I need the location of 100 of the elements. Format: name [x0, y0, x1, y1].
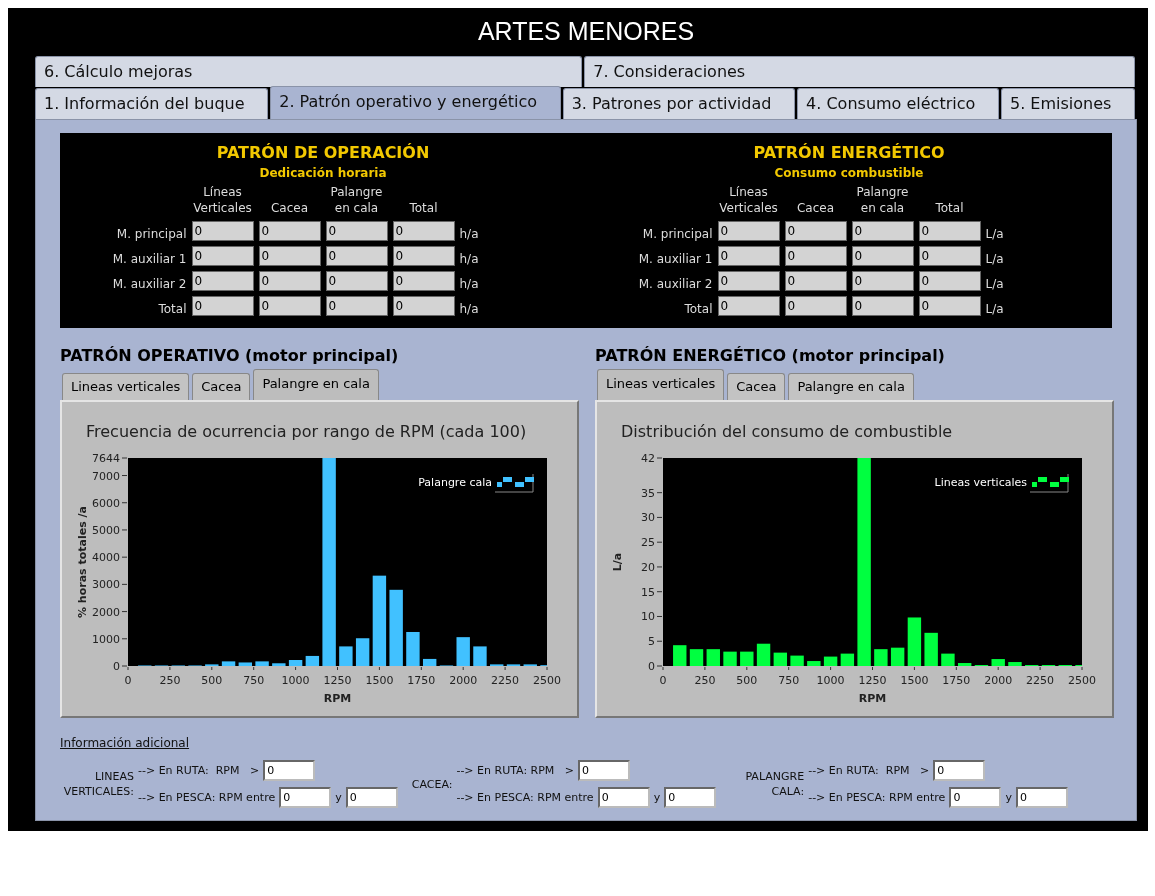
group-label: CACEA: [411, 776, 453, 792]
value-field[interactable]: 0 [258, 221, 321, 241]
value-field[interactable]: 0 [325, 221, 388, 241]
value-field[interactable]: 0 [258, 271, 321, 291]
row-label: M. auxiliar 2 [111, 277, 187, 291]
rpm-field[interactable]: 0 [664, 787, 717, 808]
value-field[interactable]: 0 [258, 296, 321, 316]
axis-tick-label: 500 [736, 674, 758, 687]
value-field[interactable]: 0 [717, 296, 780, 316]
value-field[interactable]: 0 [325, 271, 388, 291]
value-field[interactable]: 0 [392, 271, 455, 291]
value-field[interactable]: 0 [717, 271, 780, 291]
field-label: --> En PESCA: RPM entre [138, 791, 276, 804]
field-label: --> En PESCA: RPM entre [808, 791, 946, 804]
axis-tick-label: 1250 [323, 674, 352, 687]
value-field[interactable]: 0 [191, 271, 254, 291]
axis-tick-label: 2000 [92, 605, 120, 619]
tab[interactable]: 7. Consideraciones [584, 56, 1135, 87]
tab[interactable]: 1. Información del buque [35, 88, 269, 119]
axis-tick-label: 15 [641, 585, 655, 599]
value-field[interactable]: 0 [851, 221, 914, 241]
value-field[interactable]: 0 [717, 246, 780, 266]
value-field[interactable]: 0 [191, 221, 254, 241]
axis-tick-label: 0 [648, 660, 655, 673]
axis-tick-label: 42 [641, 452, 655, 465]
group-label: LINEAS VERTICALES: [62, 769, 134, 799]
legend-label: Lineas verticales [934, 476, 1027, 489]
section-heading: PATRÓN OPERATIVO (motor principal) [60, 346, 400, 367]
tab[interactable]: Palangre en cala [788, 373, 914, 400]
tab[interactable]: Cacea [192, 373, 251, 400]
value-field[interactable]: 0 [851, 271, 914, 291]
value-field[interactable]: 0 [392, 221, 455, 241]
value-field[interactable]: 0 [258, 246, 321, 266]
tab[interactable]: 5. Emisiones [1000, 88, 1135, 119]
axis-tick-label: 750 [243, 674, 265, 687]
unit-label: L/a [985, 302, 1005, 316]
column-header: Cacea [795, 200, 836, 216]
bar [807, 661, 821, 666]
value-field[interactable]: 0 [392, 246, 455, 266]
bar [221, 661, 236, 666]
rpm-field[interactable]: 0 [597, 787, 650, 808]
legend-label: Palangre cala [418, 476, 492, 489]
column-header: Líneas Verticales [192, 184, 253, 216]
value-field[interactable]: 0 [325, 296, 388, 316]
section-title: PATRÓN ENERGÉTICO [753, 143, 945, 162]
value-field[interactable]: 0 [784, 271, 847, 291]
value-field[interactable]: 0 [918, 271, 981, 291]
axis-tick-label: 0 [659, 674, 667, 687]
value-field[interactable]: 0 [191, 296, 254, 316]
value-field[interactable]: 0 [918, 221, 981, 241]
axis-tick-label: 2250 [491, 674, 520, 687]
axis-tick-label: 1500 [365, 674, 394, 687]
tab[interactable]: Cacea [727, 373, 786, 400]
rpm-field[interactable]: 0 [578, 760, 631, 781]
axis-tick-label: 250 [694, 674, 716, 687]
axis-tick-label: 1750 [407, 674, 436, 687]
value-field[interactable]: 0 [191, 246, 254, 266]
rpm-field[interactable]: 0 [949, 787, 1002, 808]
value-field[interactable]: 0 [784, 221, 847, 241]
section-title: PATRÓN DE OPERACIÓN [216, 143, 430, 162]
value-field[interactable]: 0 [851, 296, 914, 316]
value-field[interactable]: 0 [392, 296, 455, 316]
axis-tick-label: 1750 [942, 674, 971, 687]
unit-label: h/a [459, 277, 480, 291]
rpm-field[interactable]: 0 [345, 787, 398, 808]
value-field[interactable]: 0 [784, 296, 847, 316]
tab[interactable]: Lineas verticales [597, 369, 725, 400]
axis-tick-label: 500 [201, 674, 223, 687]
tab[interactable]: 2. Patrón operativo y energético [270, 86, 561, 119]
axis-tick-label: 4000 [92, 551, 120, 565]
axis-tick-label: 2500 [533, 674, 561, 687]
tab[interactable]: 4. Consumo eléctrico [797, 88, 999, 119]
rpm-field[interactable]: 0 [1015, 787, 1068, 808]
axis-tick-label: 0 [113, 660, 120, 673]
tab[interactable]: 6. Cálculo mejoras [35, 56, 583, 87]
value-field[interactable]: 0 [918, 246, 981, 266]
value-field[interactable]: 0 [918, 296, 981, 316]
bar [473, 646, 487, 666]
tab[interactable]: Lineas verticales [62, 373, 190, 400]
axis-tick-label: 1250 [858, 674, 887, 687]
axis-title: L/a [611, 552, 624, 572]
value-field[interactable]: 0 [325, 246, 388, 266]
field-label: y [653, 791, 661, 804]
column-header: Total [408, 200, 439, 216]
column-header: Palangre en cala [855, 184, 910, 216]
rpm-field[interactable]: 0 [279, 787, 332, 808]
chart-title: Frecuencia de ocurrencia por rango de RPM (cada 100) [85, 421, 528, 442]
axis-tick-label: 5 [648, 635, 655, 649]
section-heading: PATRÓN ENERGÉTICO (motor principal) [595, 346, 946, 367]
rpm-field[interactable]: 0 [263, 760, 316, 781]
value-field[interactable]: 0 [717, 221, 780, 241]
row-label: M. principal [641, 227, 713, 241]
axis-tick-label: 2000 [449, 674, 478, 687]
tab[interactable]: 3. Patrones por actividad [562, 88, 796, 119]
section-link[interactable]: Información adicional [60, 736, 190, 750]
axis-tick-label: 3000 [92, 578, 120, 592]
value-field[interactable]: 0 [784, 246, 847, 266]
rpm-field[interactable]: 0 [933, 760, 986, 781]
tab[interactable]: Palangre en cala [253, 369, 379, 400]
value-field[interactable]: 0 [851, 246, 914, 266]
